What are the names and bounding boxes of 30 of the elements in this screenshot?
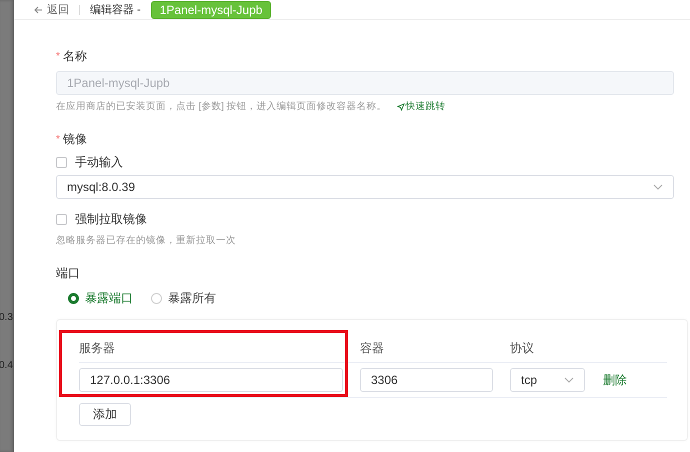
radio-label: 暴露端口 [85,290,133,307]
field-label: 镜像 [62,131,87,148]
required-mark: * [56,134,60,145]
add-button[interactable]: 添加 [79,403,131,426]
field-label: 名称 [62,48,87,65]
radio-button[interactable] [68,293,79,304]
checkbox[interactable] [56,214,67,225]
chevron-down-icon [653,184,663,190]
navigation-arrow-icon [396,102,405,110]
back-button[interactable]: 返回 [34,2,69,17]
protocol-select[interactable]: tcp [510,368,585,392]
hint-text: 在应用商店的已安装页面，点击 [参数] 按钮，进入编辑页面修改容器名称。 [56,100,387,113]
container-port-field[interactable]: 3306 [360,368,493,392]
checkbox-label: 手动输入 [75,154,123,171]
server-port-field[interactable]: 127.0.0.1:3306 [79,368,343,392]
field-label: 端口 [56,265,80,282]
column-header: 协议 [510,340,534,354]
hint-text: 忽略服务器已存在的镜像，重新拉取一次 [56,234,236,247]
container-tag: 1Panel-mysql-Jupb [150,0,272,18]
delete-link[interactable]: 删除 [603,372,627,388]
back-arrow-icon [34,6,43,14]
checkbox[interactable] [56,157,67,168]
chevron-down-icon [564,377,574,383]
image-select[interactable]: mysql:8.0.39 [56,175,674,199]
radio-label: 暴露所有 [168,290,216,307]
column-header: 服务器 [79,340,115,354]
column-header: 容器 [360,340,384,354]
checkbox-label: 强制拉取镜像 [75,211,147,228]
required-mark: * [56,51,60,62]
page-title: 编辑容器 - [90,2,141,17]
